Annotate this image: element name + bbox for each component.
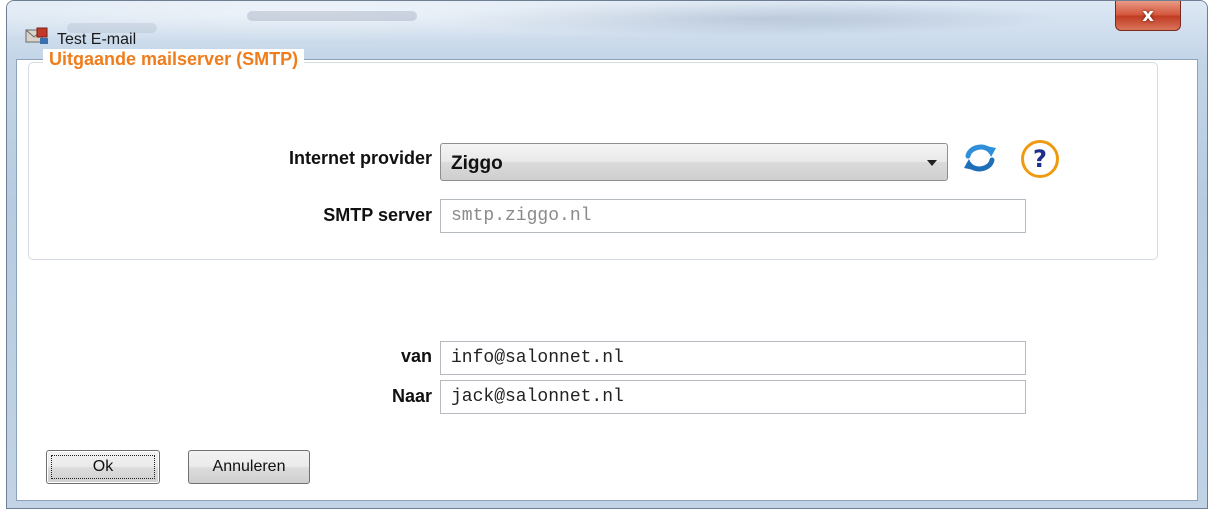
title-bar-reflection [247, 11, 417, 21]
smtp-server-field[interactable]: smtp.ziggo.nl [440, 199, 1026, 233]
internet-provider-label: Internet provider [288, 148, 432, 168]
to-label: Naar [391, 386, 432, 406]
from-email-field[interactable]: info@salonnet.nl [440, 341, 1026, 375]
close-button[interactable]: x [1115, 1, 1181, 31]
cancel-button[interactable]: Annuleren [188, 450, 310, 484]
internet-provider-select[interactable]: Ziggo [440, 143, 948, 181]
close-icon: x [1142, 5, 1154, 26]
internet-provider-value: Ziggo [451, 153, 503, 174]
refresh-icon[interactable] [960, 140, 1000, 176]
mail-app-icon [25, 27, 48, 44]
smtp-server-label: SMTP server [323, 205, 432, 225]
ok-button[interactable]: Ok [46, 450, 160, 484]
to-email-field[interactable]: jack@salonnet.nl [440, 380, 1026, 414]
from-label: van [400, 346, 432, 366]
window-title: Test E-mail [57, 31, 137, 48]
help-icon[interactable]: ? [1021, 140, 1059, 178]
chevron-down-icon [927, 160, 937, 166]
smtp-group-legend: Uitgaande mailserver (SMTP) [43, 49, 305, 70]
help-glyph: ? [1033, 145, 1047, 173]
